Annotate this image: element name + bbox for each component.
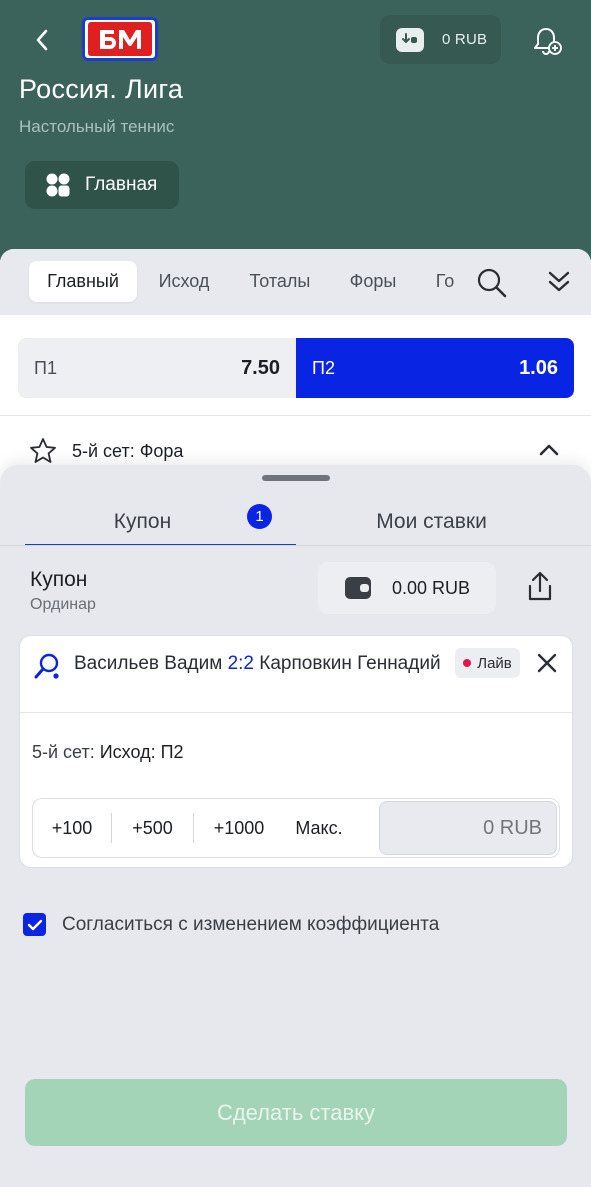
market-tabs: Главный Исход Тоталы Форы Го [0,249,591,315]
tab-goals[interactable]: Го [424,261,466,302]
coupon-title: Купон [30,568,88,591]
pick-value: Исход: П2 [99,742,184,762]
place-bet-button[interactable]: Сделать ставку [25,1079,567,1146]
wallet-balance-button[interactable]: 0 RUB [380,15,501,64]
live-badge: Лайв [455,648,520,678]
coupon-type: Ординар [30,596,96,613]
logo-mark [93,26,147,52]
win-odds-row: П1 7.50 П2 1.06 [18,338,574,398]
card-divider [20,712,572,713]
sport-name: Настольный теннис [19,117,175,136]
live-label: Лайв [477,654,512,672]
tab-outcome[interactable]: Исход [144,261,224,302]
odd-p2-value: 1.06 [519,356,558,379]
odd-p2-button[interactable]: П2 1.06 [296,338,574,398]
share-icon [528,571,552,601]
match-score: 2:2 [227,653,254,674]
quick-stake-100[interactable]: +100 [33,799,111,857]
odd-p1-button[interactable]: П1 7.50 [18,338,296,398]
agree-label: Согласиться с изменением коэффициента [62,913,440,935]
player-2: Карповкин Геннадий [259,653,441,674]
main-page-label: Главная [85,174,158,195]
event-header: 0 RUB Россия. Лига Настольный теннис Гла… [0,0,591,260]
live-dot-icon [463,659,472,667]
grid-icon [46,173,70,197]
coupon-balance[interactable]: 0.00 RUB [318,562,496,614]
pick-prefix: 5-й сет: [32,742,95,762]
player-1: Васильев Вадим [74,653,223,674]
odd-p1-value: 7.50 [241,356,280,379]
odd-p1-label: П1 [34,357,57,378]
divider [0,415,591,416]
bell-plus-icon [534,28,562,55]
quick-stake-1000[interactable]: +1000 [194,799,284,857]
deposit-wallet-icon [396,27,424,52]
bet-pick: 5-й сет: Исход: П2 [32,742,184,763]
tab-coupon[interactable]: Купон [25,499,260,545]
wallet-icon [345,577,371,599]
wallet-balance: 0 RUB [442,31,488,48]
quick-stake-max[interactable]: Макс. [284,799,354,857]
league-title: Россия. Лига [19,74,184,104]
market-row-label: 5-й сет: Фора [72,440,184,461]
stake-row: +100 +500 +1000 Макс. [32,798,560,858]
bet-card: Васильев Вадим 2:2 Карповкин Геннадий Ла… [19,635,573,868]
chevron-left-icon [36,29,48,51]
tab-my-bets[interactable]: Мои ставки [296,499,567,545]
share-button[interactable] [524,570,556,604]
chevron-up-icon[interactable] [536,437,562,463]
search-icon [477,268,507,298]
agree-odds-change[interactable]: Согласиться с изменением коэффициента [23,913,439,936]
coupon-count-badge: 1 [247,504,272,529]
expand-markets-button[interactable] [544,267,574,297]
search-button[interactable] [476,267,508,299]
tabs-divider [0,545,591,546]
odd-p2-label: П2 [312,357,335,378]
match-name: Васильев Вадим 2:2 Карповкин Геннадий [74,652,444,676]
coupon-balance-amount: 0.00 RUB [392,577,471,598]
coupon-sheet: Купон 1 Мои ставки Купон Ординар 0.00 RU… [0,465,591,1187]
remove-bet-button[interactable] [534,650,560,676]
close-icon [537,653,557,673]
agree-checkbox[interactable] [23,913,46,936]
bookmaker-logo[interactable] [82,17,158,61]
stake-input[interactable] [379,801,557,855]
quick-stake-500[interactable]: +500 [112,799,193,857]
notifications-button[interactable] [530,24,564,58]
star-icon[interactable] [28,436,58,466]
tab-main[interactable]: Главный [29,261,137,302]
check-icon [27,919,42,930]
market-panel: Главный Исход Тоталы Форы Го П1 7.50 П2 … [0,249,591,489]
table-tennis-icon [34,653,59,679]
double-chevron-down-icon [548,271,570,292]
main-page-button[interactable]: Главная [25,161,179,209]
sheet-grabber[interactable] [262,475,330,481]
tab-totals[interactable]: Тоталы [236,261,324,302]
tab-handicaps[interactable]: Форы [336,261,410,302]
back-button[interactable] [26,24,58,56]
